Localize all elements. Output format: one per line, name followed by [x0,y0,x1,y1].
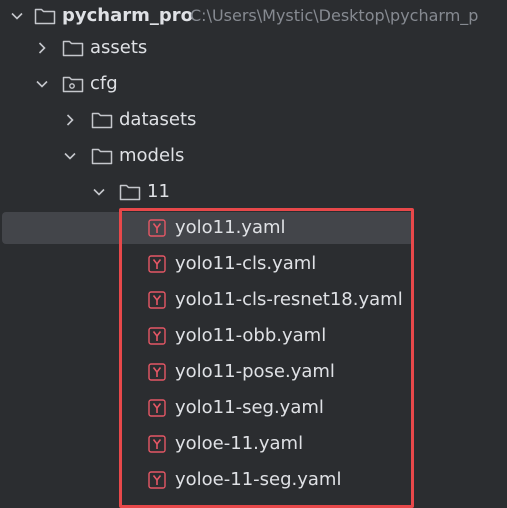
project-name: pycharm_pro [62,5,194,26]
project-path: C:\Users\Mystic\Desktop\pycharm_p [190,6,479,25]
project-tree: pycharm_pro C:\Users\Mystic\Desktop\pych… [0,0,507,508]
tree-item-cfg[interactable]: cfg [0,68,507,100]
tree-item-assets[interactable]: assets [0,32,507,64]
folder-label-assets: assets [90,37,148,58]
chevron-down-icon[interactable] [11,10,23,22]
tree-item-datasets[interactable]: datasets [0,104,507,136]
folder-icon [91,112,113,129]
chevron-down-icon[interactable] [36,78,48,90]
folder-label-11: 11 [147,181,170,202]
folder-icon [119,184,141,201]
tree-item-project-root[interactable]: pycharm_pro C:\Users\Mystic\Desktop\pych… [0,0,507,32]
chevron-down-icon[interactable] [64,150,76,162]
chevron-right-icon[interactable] [36,42,48,54]
folder-icon [91,148,113,165]
chevron-down-icon[interactable] [93,186,105,198]
package-folder-icon [62,76,84,93]
folder-label-datasets: datasets [119,109,197,130]
folder-icon [62,40,84,57]
tree-item-11[interactable]: 11 [0,176,507,208]
chevron-right-icon[interactable] [64,114,76,126]
folder-label-models: models [119,145,185,166]
tree-item-models[interactable]: models [0,140,507,172]
folder-label-cfg: cfg [90,73,118,94]
folder-icon [34,8,56,25]
annotation-highlight-box [119,208,414,508]
